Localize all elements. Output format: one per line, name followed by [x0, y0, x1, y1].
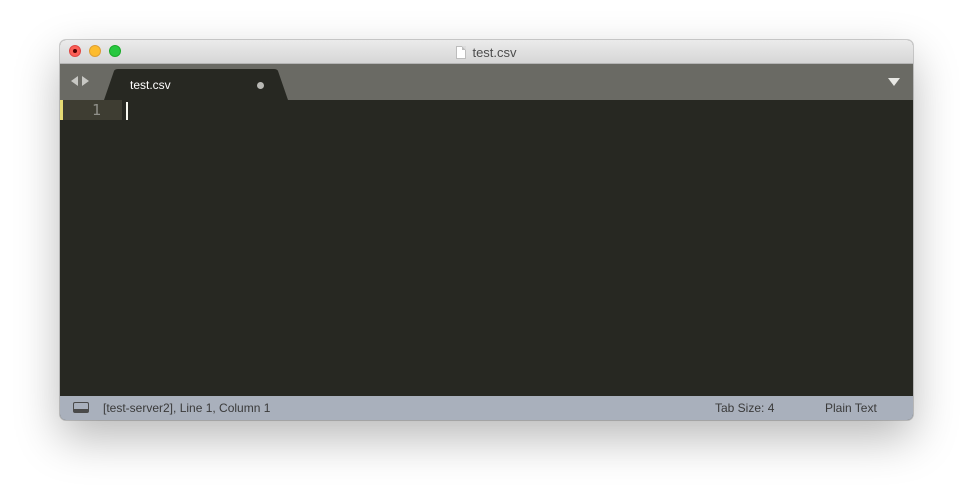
tab-test-csv[interactable]: test.csv — [104, 69, 290, 100]
syntax-button[interactable]: Plain Text — [825, 401, 877, 415]
status-bar: [test-server2], Line 1, Column 1 Tab Siz… — [60, 396, 913, 420]
chevron-down-icon[interactable] — [888, 78, 900, 86]
panel-toggle-icon[interactable] — [73, 402, 89, 413]
tab-label: test.csv — [130, 78, 171, 92]
file-icon — [456, 45, 467, 59]
tab-navigation — [71, 76, 89, 86]
arrow-left-icon[interactable] — [71, 76, 78, 86]
window-title: test.csv — [472, 44, 517, 60]
text-cursor — [126, 102, 128, 120]
unsaved-dot-icon[interactable] — [257, 82, 264, 89]
editor-window: test.csv test.csv 1 [test-server2], Line… — [60, 40, 913, 420]
tab-size-button[interactable]: Tab Size: 4 — [715, 401, 774, 415]
status-location: [test-server2], Line 1, Column 1 — [103, 401, 271, 415]
window-title-group: test.csv — [60, 40, 913, 64]
arrow-right-icon[interactable] — [82, 76, 89, 86]
editor-area[interactable]: 1 — [60, 100, 913, 396]
title-bar: test.csv — [60, 40, 913, 64]
tab-bar: test.csv — [60, 64, 913, 100]
line-number: 1 — [91, 101, 101, 119]
